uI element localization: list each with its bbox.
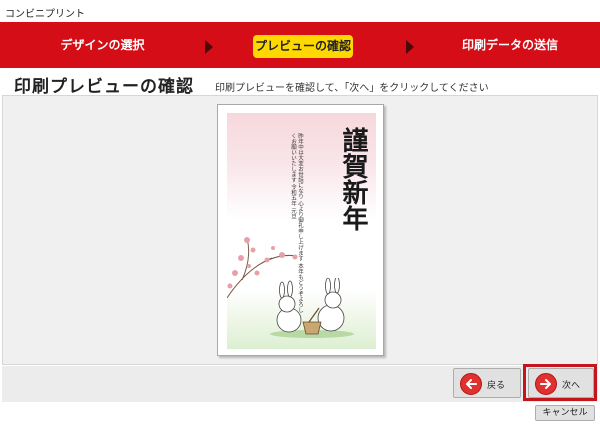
instruction-text: 印刷プレビューを確認して、「次へ」をクリックしてください <box>215 83 489 94</box>
window-title: コンビニプリント <box>0 0 600 22</box>
arrow-left-icon <box>460 373 482 395</box>
cancel-button[interactable]: キャンセル <box>535 405 595 421</box>
rabbits-illustration <box>270 278 354 338</box>
step-design-selection: デザインの選択 <box>60 38 145 52</box>
step-send-print-data: 印刷データの送信 <box>461 38 558 52</box>
triangle-right-icon <box>205 40 213 54</box>
step-progress-bar: デザインの選択 プレビューの確認 印刷データの送信 <box>0 22 600 68</box>
arrow-right-icon <box>535 373 557 395</box>
next-button-label: 次へ <box>562 381 581 391</box>
postcard-image: 謹賀新年 昨年中は大変お世話になり 心より御礼申し上げます 本年もどうぞよろしく… <box>227 113 376 349</box>
triangle-right-icon <box>406 40 414 54</box>
postcard-preview: 謹賀新年 昨年中は大変お世話になり 心より御礼申し上げます 本年もどうぞよろしく… <box>217 104 384 356</box>
back-button[interactable]: 戻る <box>453 368 521 398</box>
back-button-label: 戻る <box>487 381 506 391</box>
greeting-calligraphy: 謹賀新年 <box>338 127 368 231</box>
next-button[interactable]: 次へ <box>528 368 594 398</box>
page-title: 印刷プレビューの確認 <box>14 77 194 97</box>
step-preview-confirm-active: プレビューの確認 <box>253 35 353 58</box>
